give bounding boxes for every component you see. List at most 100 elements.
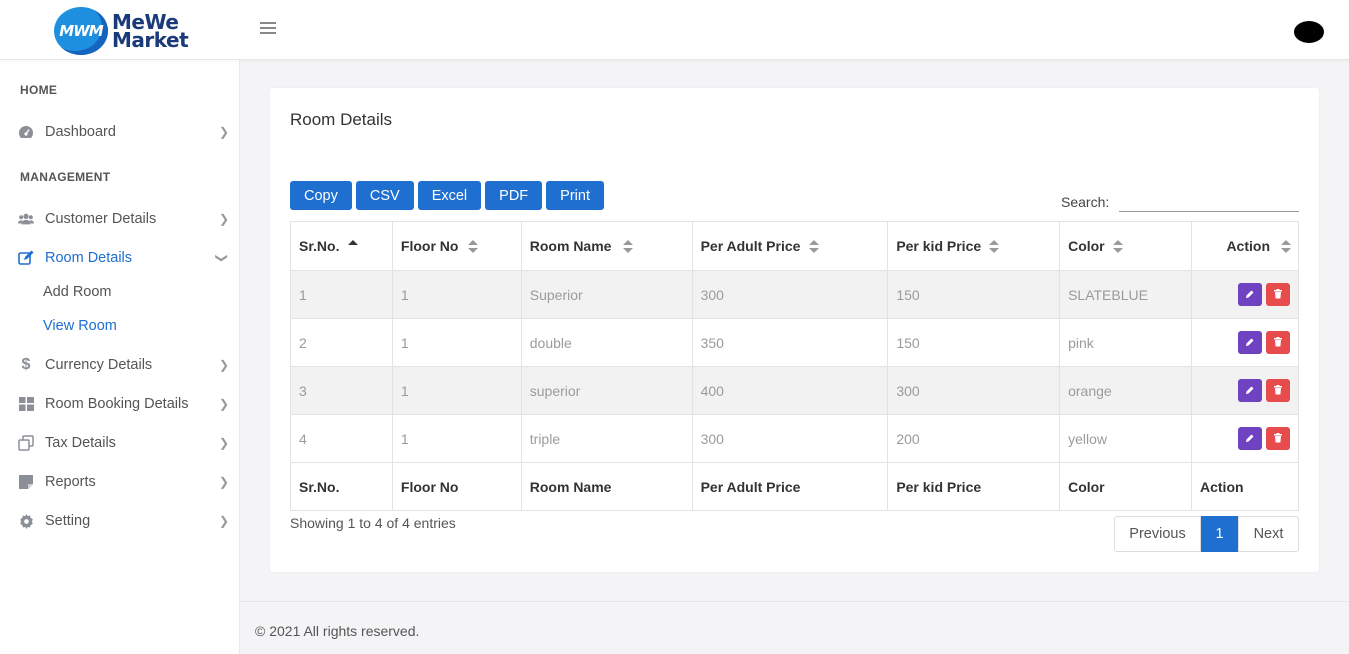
cell-kid-price: 200: [887, 414, 1061, 463]
page-title: Room Details: [290, 110, 393, 129]
cell-kid-price: 300: [887, 366, 1061, 415]
cell-action: [1191, 366, 1299, 415]
cell-action: [1191, 414, 1299, 463]
cell-kid-price: 150: [887, 318, 1061, 367]
copy-icon: [18, 435, 34, 451]
page-footer: © 2021 All rights reserved.: [240, 601, 1349, 654]
edit-button[interactable]: [1238, 331, 1262, 354]
trash-icon: [1274, 385, 1282, 395]
sidebar-item-room-booking-details[interactable]: Room Booking Details ❯: [0, 389, 240, 419]
pdf-button[interactable]: PDF: [485, 181, 543, 210]
chevron-right-icon: ❯: [219, 514, 230, 528]
cell-action: [1191, 270, 1299, 319]
delete-button[interactable]: [1266, 283, 1290, 306]
sidebar-item-customer-details[interactable]: Customer Details ❯: [0, 204, 240, 234]
search-input[interactable]: [1119, 192, 1300, 212]
column-header-floor-no[interactable]: Floor No: [391, 221, 522, 271]
cell-sr-no: 2: [290, 318, 393, 367]
cell-floor-no: 1: [391, 318, 522, 367]
cell-adult-price: 300: [691, 414, 889, 463]
hamburger-icon[interactable]: [260, 22, 276, 36]
delete-button[interactable]: [1266, 379, 1290, 402]
sidebar-subitem-view-room[interactable]: View Room: [43, 318, 117, 334]
cell-adult-price: 400: [691, 366, 889, 415]
table-row: 1 1 Superior 300 150 SLATEBLUE: [290, 270, 1299, 319]
logo-mark: MWM: [54, 7, 108, 55]
cell-color: yellow: [1059, 414, 1192, 463]
table-row: 4 1 triple 300 200 yellow: [290, 414, 1299, 463]
sidebar-item-tax-details[interactable]: Tax Details ❯: [0, 428, 240, 458]
cell-sr-no: 3: [290, 366, 393, 415]
sidebar-item-reports[interactable]: Reports ❯: [0, 467, 240, 497]
footer-header-action: Action: [1191, 462, 1299, 511]
csv-button[interactable]: CSV: [355, 181, 414, 210]
sort-icon: [809, 240, 820, 254]
cell-room-name: superior: [520, 366, 693, 415]
column-header-color[interactable]: Color: [1059, 221, 1192, 271]
cell-color: SLATEBLUE: [1059, 270, 1192, 319]
cell-sr-no: 1: [290, 270, 393, 319]
table-info: Showing 1 to 4 of 4 entries: [290, 515, 456, 531]
previous-button[interactable]: Previous: [1114, 516, 1201, 552]
column-header-per-kid-price[interactable]: Per kid Price: [887, 221, 1061, 271]
column-header-per-adult-price[interactable]: Per Adult Price: [691, 221, 889, 271]
sidebar-heading-home: HOME: [20, 83, 58, 97]
chevron-right-icon: ❯: [219, 358, 230, 372]
pencil-icon: [1246, 386, 1254, 394]
export-buttons: Copy CSV Excel PDF Print: [290, 181, 604, 210]
cell-room-name: triple: [520, 414, 693, 463]
sort-asc-icon: [347, 240, 358, 254]
print-button[interactable]: Print: [546, 181, 604, 210]
cell-sr-no: 4: [290, 414, 393, 463]
column-header-action[interactable]: Action: [1191, 221, 1299, 271]
pencil-icon: [1246, 434, 1254, 442]
edit-button[interactable]: [1238, 283, 1262, 306]
gear-icon: [18, 513, 34, 529]
sidebar-item-currency-details[interactable]: $ Currency Details ❯: [0, 350, 240, 380]
chevron-right-icon: ❯: [219, 125, 230, 139]
footer-header-sr-no: Sr.No.: [290, 462, 393, 511]
chevron-down-icon: ❯: [215, 252, 230, 264]
table-row: 3 1 superior 400 300 orange: [290, 366, 1299, 415]
cell-kid-price: 150: [887, 270, 1061, 319]
page-1-button[interactable]: 1: [1201, 516, 1238, 552]
table-row: 2 1 double 350 150 pink: [290, 318, 1299, 367]
edit-icon: [18, 250, 34, 266]
user-avatar[interactable]: [1294, 21, 1324, 43]
edit-button[interactable]: [1238, 427, 1262, 450]
sidebar-subitem-add-room[interactable]: Add Room: [43, 284, 112, 300]
dollar-icon: $: [21, 356, 31, 373]
cell-color: orange: [1059, 366, 1192, 415]
edit-button[interactable]: [1238, 379, 1262, 402]
sidebar-item-dashboard[interactable]: Dashboard ❯: [0, 117, 240, 147]
sort-icon: [1113, 240, 1123, 254]
sidebar-heading-management: MANAGEMENT: [20, 170, 111, 184]
grid-icon: [18, 396, 34, 412]
copyright-text: © 2021 All rights reserved.: [255, 623, 420, 639]
column-header-room-name[interactable]: Room Name: [520, 221, 693, 271]
sidebar-item-setting[interactable]: Setting ❯: [0, 506, 240, 536]
sidebar-item-room-details[interactable]: Room Details ❯: [0, 243, 240, 273]
cell-floor-no: 1: [391, 414, 522, 463]
next-button[interactable]: Next: [1238, 516, 1299, 552]
delete-button[interactable]: [1266, 427, 1290, 450]
footer-header-room-name: Room Name: [520, 462, 693, 511]
cell-action: [1191, 318, 1299, 367]
search-box: Search:: [1061, 192, 1300, 212]
trash-icon: [1274, 433, 1282, 443]
trash-icon: [1274, 289, 1282, 299]
delete-button[interactable]: [1266, 331, 1290, 354]
dashboard-icon: [18, 124, 34, 140]
pencil-icon: [1246, 338, 1254, 346]
logo[interactable]: MWM MeWe Market: [54, 6, 194, 56]
cell-floor-no: 1: [391, 270, 522, 319]
cell-room-name: double: [520, 318, 693, 367]
cell-adult-price: 300: [691, 270, 889, 319]
copy-button[interactable]: Copy: [290, 181, 352, 210]
pagination: Previous 1 Next: [1114, 516, 1299, 552]
chevron-right-icon: ❯: [219, 212, 230, 226]
column-header-sr-no[interactable]: Sr.No.: [290, 221, 393, 271]
room-details-card: Room Details Copy CSV Excel PDF Print Se…: [270, 88, 1319, 572]
excel-button[interactable]: Excel: [417, 181, 482, 210]
cell-room-name: Superior: [520, 270, 693, 319]
